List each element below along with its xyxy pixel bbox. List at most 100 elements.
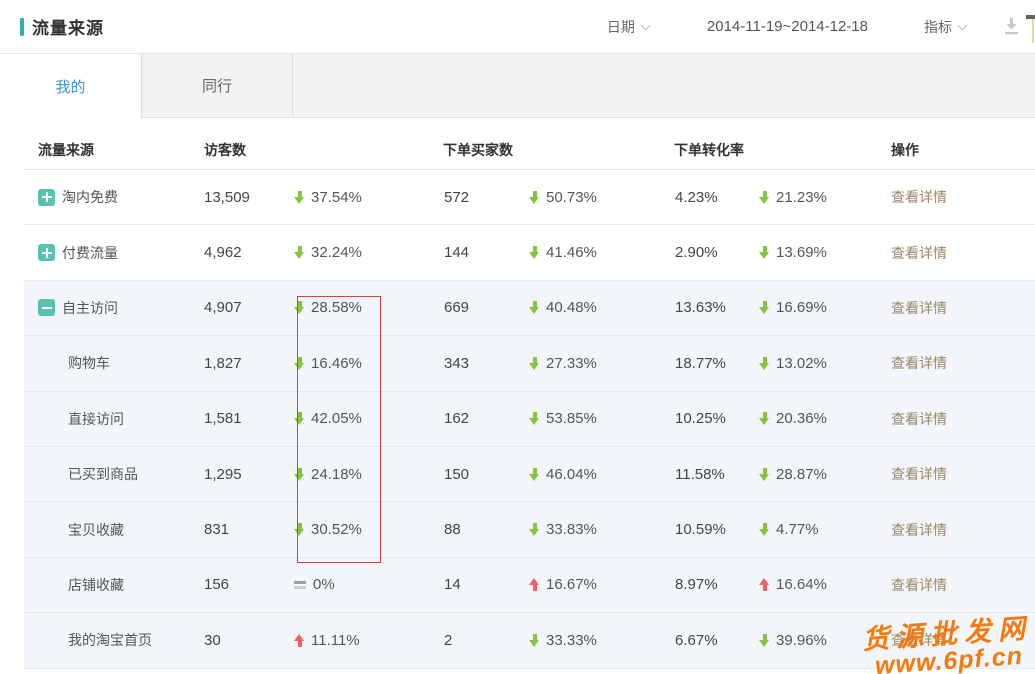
arrow-down-icon <box>294 191 305 204</box>
download-icon[interactable] <box>1002 18 1021 35</box>
conversion-value: 10.59% <box>670 521 759 538</box>
change-value: 40.48% <box>546 299 597 316</box>
change-value: 37.54% <box>311 189 362 206</box>
action-cell: 查看详情 <box>891 243 1035 263</box>
table-body: 淘内免费 13,509 37.54% 572 50.73% 4.23% 21.2… <box>24 170 1035 669</box>
arrow-down-icon <box>294 412 305 425</box>
buyers-change: 27.33% <box>529 355 670 372</box>
buyers-value: 2 <box>439 632 529 649</box>
view-details-link[interactable]: 查看详情 <box>891 189 947 205</box>
arrow-down-icon <box>294 301 305 314</box>
change-value: 11.11% <box>311 632 360 649</box>
visitors-value: 13,509 <box>199 189 294 206</box>
metric-dropdown-label: 指标 <box>924 17 952 37</box>
visitors-value: 156 <box>199 576 294 593</box>
change-value: 33.83% <box>546 521 597 538</box>
metric-dropdown[interactable]: 指标 <box>924 17 966 37</box>
arrow-down-icon <box>529 412 540 425</box>
column-header-buyers: 下单买家数 <box>439 140 670 160</box>
view-details-link[interactable]: 查看详情 <box>891 245 947 261</box>
table-row: 淘内免费 13,509 37.54% 572 50.73% 4.23% 21.2… <box>24 170 1035 225</box>
change-value: 13.02% <box>776 355 827 372</box>
change-value: 0% <box>313 576 335 593</box>
change-value: 24.18% <box>311 466 362 483</box>
arrow-down-icon <box>529 523 540 536</box>
view-details-link[interactable]: 查看详情 <box>891 522 947 538</box>
buyers-change: 16.67% <box>529 576 670 593</box>
arrow-down-icon <box>294 468 305 481</box>
title-wrap: 流量来源 <box>20 14 104 39</box>
source-label: 淘内免费 <box>62 187 118 207</box>
arrow-down-icon <box>759 246 770 259</box>
visitors-value: 1,827 <box>199 355 294 372</box>
visitors-change: 37.54% <box>294 189 439 206</box>
change-value: 28.87% <box>776 466 827 483</box>
change-value: 30.52% <box>311 521 362 538</box>
source-cell: 直接访问 <box>38 409 199 429</box>
source-cell: 自主访问 <box>38 298 199 318</box>
topbar: 流量来源 日期 2014-11-19~2014-12-18 指标 <box>0 0 1035 54</box>
expand-plus-icon[interactable] <box>38 244 55 261</box>
change-value: 28.58% <box>311 299 362 316</box>
tab-bar: 我的 同行 <box>0 54 1035 118</box>
arrow-down-icon <box>529 301 540 314</box>
arrow-down-icon <box>529 468 540 481</box>
action-cell: 查看详情 <box>891 520 1035 540</box>
visitors-value: 4,907 <box>199 299 294 316</box>
expand-plus-icon[interactable] <box>38 189 55 206</box>
conversion-value: 11.58% <box>670 466 759 483</box>
collapse-minus-icon[interactable] <box>38 299 55 316</box>
visitors-change: 16.46% <box>294 355 439 372</box>
tab-peers[interactable]: 同行 <box>142 54 293 117</box>
edge-sliver <box>1026 15 1035 19</box>
chevron-down-icon <box>958 20 968 30</box>
arrow-down-icon <box>759 634 770 647</box>
chevron-down-icon <box>640 20 650 30</box>
visitors-change: 32.24% <box>294 244 439 261</box>
conversion-change: 4.77% <box>759 521 891 538</box>
action-cell: 查看详情 <box>891 187 1035 207</box>
source-label: 购物车 <box>68 353 110 373</box>
buyers-value: 669 <box>439 299 529 316</box>
date-dropdown[interactable]: 日期 <box>607 17 649 37</box>
source-label: 宝贝收藏 <box>68 520 124 540</box>
column-header-visitors: 访客数 <box>199 140 439 160</box>
visitors-value: 1,581 <box>199 410 294 427</box>
view-details-link[interactable]: 查看详情 <box>891 466 947 482</box>
change-value: 41.46% <box>546 244 597 261</box>
action-cell: 查看详情 <box>891 409 1035 429</box>
source-cell: 淘内免费 <box>38 187 199 207</box>
view-details-link[interactable]: 查看详情 <box>891 577 947 593</box>
table-header-row: 流量来源 访客数 下单买家数 下单转化率 操作 <box>24 130 1035 170</box>
view-details-link[interactable]: 查看详情 <box>891 300 947 316</box>
source-cell: 我的淘宝首页 <box>38 630 199 650</box>
action-cell: 查看详情 <box>891 464 1035 484</box>
visitors-change: 0% <box>294 576 439 593</box>
visitors-value: 1,295 <box>199 466 294 483</box>
change-value: 39.96% <box>776 632 827 649</box>
change-value: 21.23% <box>776 189 827 206</box>
view-details-link[interactable]: 查看详情 <box>891 632 947 648</box>
arrow-down-icon <box>529 634 540 647</box>
action-cell: 查看详情 <box>891 630 1035 650</box>
conversion-change: 20.36% <box>759 410 891 427</box>
arrow-down-icon <box>759 191 770 204</box>
view-details-link[interactable]: 查看详情 <box>891 355 947 371</box>
conversion-change: 16.69% <box>759 299 891 316</box>
arrow-down-icon <box>529 191 540 204</box>
source-cell: 宝贝收藏 <box>38 520 199 540</box>
arrow-down-icon <box>759 412 770 425</box>
source-label: 店铺收藏 <box>68 575 124 595</box>
buyers-change: 33.33% <box>529 632 670 649</box>
change-value: 27.33% <box>546 355 597 372</box>
conversion-value: 10.25% <box>670 410 759 427</box>
date-range[interactable]: 2014-11-19~2014-12-18 <box>707 18 868 35</box>
conversion-change: 28.87% <box>759 466 891 483</box>
visitors-change: 42.05% <box>294 410 439 427</box>
table-row: 店铺收藏 156 0% 14 16.67% 8.97% 16.64% 查看详情 <box>24 558 1035 613</box>
arrow-up-icon <box>529 578 540 591</box>
view-details-link[interactable]: 查看详情 <box>891 411 947 427</box>
change-value: 53.85% <box>546 410 597 427</box>
buyers-value: 150 <box>439 466 529 483</box>
tab-mine[interactable]: 我的 <box>0 54 142 119</box>
